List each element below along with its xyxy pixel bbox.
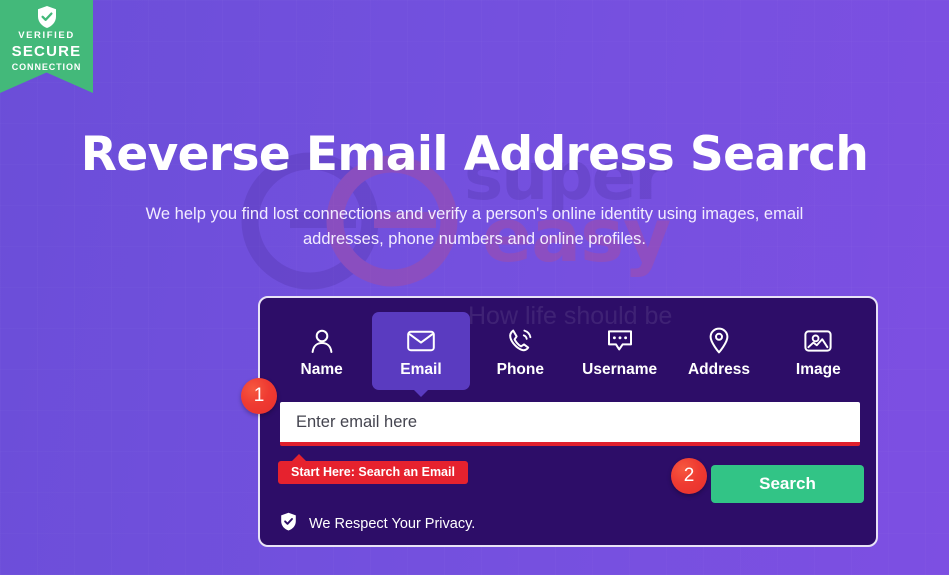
search-button[interactable]: Search (711, 465, 864, 503)
person-icon (310, 324, 334, 358)
badge-line-secure: SECURE (11, 43, 82, 60)
phone-ring-icon (507, 324, 533, 358)
map-pin-icon (708, 324, 730, 358)
tab-address[interactable]: Address (670, 312, 768, 390)
tab-name[interactable]: Name (273, 312, 371, 390)
shield-check-icon (280, 512, 297, 535)
search-type-tabs: Name Email Phone Username Address Image (272, 312, 868, 397)
picture-icon (804, 324, 832, 358)
step-marker-1: 1 (241, 378, 277, 414)
start-here-callout: Start Here: Search an Email (278, 454, 468, 484)
verified-secure-badge: VERIFIED SECURE CONNECTION (0, 0, 93, 93)
shield-check-icon (0, 5, 93, 29)
email-input-wrapper (280, 402, 860, 446)
badge-line-connection: CONNECTION (11, 62, 82, 72)
tab-username[interactable]: Username (571, 312, 669, 390)
tab-label: Name (300, 360, 343, 378)
email-search-input[interactable] (280, 402, 860, 446)
privacy-notice: We Respect Your Privacy. (280, 512, 475, 535)
step-marker-2: 2 (671, 458, 707, 494)
tab-label: Image (795, 360, 841, 378)
page-title: Reverse Email Address Search (80, 127, 869, 183)
envelope-icon (407, 324, 435, 358)
tab-phone[interactable]: Phone (471, 312, 569, 390)
page-subtitle: We help you find lost connections and ve… (145, 204, 804, 248)
privacy-label: We Respect Your Privacy. (309, 515, 476, 532)
tab-image[interactable]: Image (769, 312, 867, 390)
tab-label: Address (687, 360, 750, 378)
search-card: How life should be Name Email Phone User… (258, 296, 878, 547)
chat-bubble-icon (607, 324, 633, 358)
page-root: VERIFIED SECURE CONNECTION super easy Re… (0, 0, 949, 575)
tab-email[interactable]: Email (371, 312, 470, 397)
tab-label: Email (400, 360, 442, 378)
tab-label: Username (582, 360, 658, 378)
badge-line-verified: VERIFIED (18, 30, 75, 41)
tab-label: Phone (496, 360, 544, 378)
